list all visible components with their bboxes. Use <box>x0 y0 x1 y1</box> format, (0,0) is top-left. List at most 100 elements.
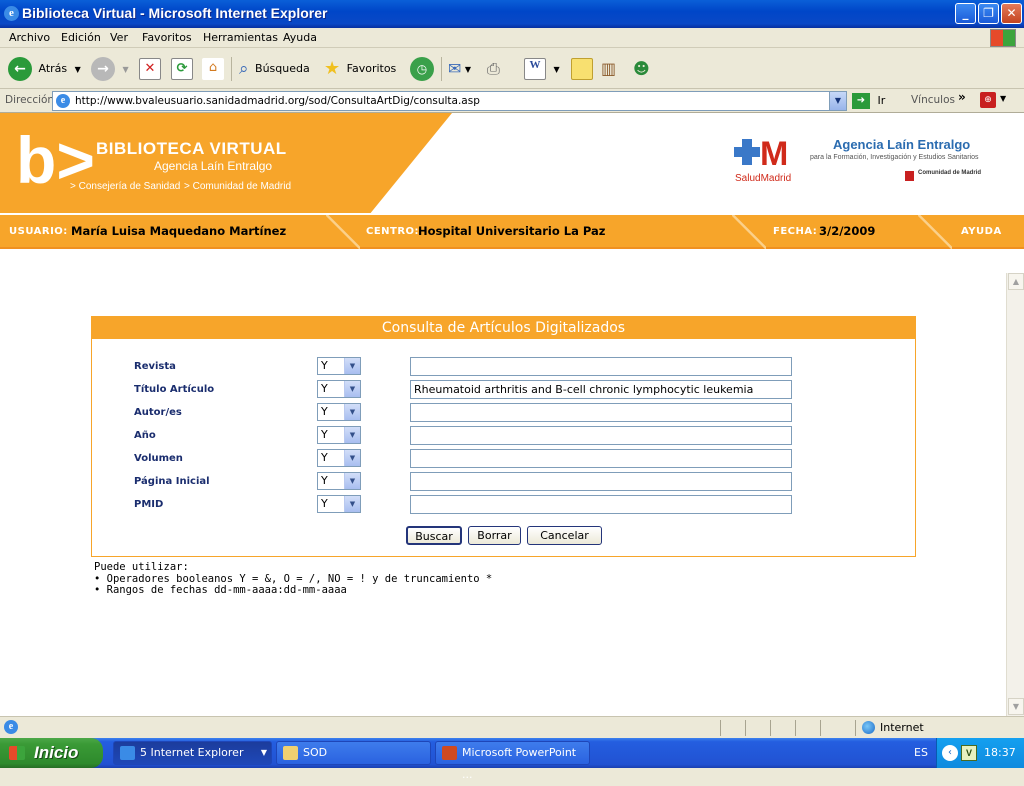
address-bar: Dirección e http://www.bvaleusuario.sani… <box>0 89 1024 113</box>
address-dropdown-button[interactable]: ▼ <box>829 92 846 110</box>
status-divider <box>745 720 746 736</box>
task-sod-folder[interactable]: SOD <box>276 741 431 765</box>
links-label[interactable]: Vínculos <box>911 94 955 106</box>
close-button[interactable]: ✕ <box>1001 3 1022 24</box>
menu-ver[interactable]: Ver <box>110 31 128 44</box>
menu-herramientas[interactable]: Herramientas <box>203 31 278 44</box>
status-divider <box>795 720 796 736</box>
messenger-button[interactable]: ☻ <box>633 56 650 82</box>
operator-select-pagina[interactable]: Y ▼ <box>317 472 361 490</box>
acrobat-icon[interactable]: ⊕ <box>980 92 996 108</box>
language-indicator[interactable]: ES <box>914 746 928 759</box>
input-pmid[interactable] <box>410 495 792 514</box>
research-button[interactable]: ▥ <box>601 56 616 82</box>
go-button[interactable]: ➜ Ir <box>852 91 885 111</box>
scroll-down-icon[interactable]: ▼ <box>1008 698 1024 715</box>
search-button[interactable]: ⌕ Búsqueda <box>239 56 310 82</box>
forward-button[interactable]: → ▼ <box>91 56 129 82</box>
operator-select-pmid[interactable]: Y ▼ <box>317 495 361 513</box>
task-label: Microsoft PowerPoint ... <box>462 746 577 781</box>
clock[interactable]: 18:37 <box>984 746 1016 759</box>
windows-flag-icon <box>9 746 25 760</box>
discuss-button[interactable] <box>571 56 593 82</box>
mail-icon: ✉ <box>448 59 462 78</box>
input-titulo-articulo[interactable]: Rheumatoid arthritis and B-cell chronic … <box>410 380 792 399</box>
input-ano[interactable] <box>410 426 792 445</box>
link-consejeria[interactable]: > Consejería de Sanidad <box>70 181 180 192</box>
menu-favoritos[interactable]: Favoritos <box>142 31 192 44</box>
center-label: CENTRO: <box>366 226 420 237</box>
operator-select-revista[interactable]: Y ▼ <box>317 357 361 375</box>
chevron-left-icon[interactable]: ‹ <box>942 745 958 761</box>
operator-value: Y <box>321 474 328 487</box>
help-text: Puede utilizar: • Operadores booleanos Y… <box>94 561 492 597</box>
maximize-button[interactable]: ❐ <box>978 3 999 24</box>
back-button[interactable]: ← Atrás ▼ <box>8 56 81 82</box>
agency-name: Agencia Laín Entralgo <box>833 137 971 152</box>
stop-button[interactable]: ✕ <box>139 56 161 82</box>
operator-value: Y <box>321 405 328 418</box>
operator-value: Y <box>321 359 328 372</box>
address-input[interactable]: e http://www.bvaleusuario.sanidadmadrid.… <box>52 91 847 111</box>
site-subtitle: Agencia Laín Entralgo <box>154 159 273 173</box>
back-arrow-icon: ← <box>8 57 32 81</box>
input-pagina-inicial[interactable] <box>410 472 792 491</box>
chevron-down-icon: ▼ <box>344 381 360 397</box>
input-autores[interactable] <box>410 403 792 422</box>
history-button[interactable]: ◷ <box>410 56 434 82</box>
history-icon: ◷ <box>410 57 434 81</box>
tray-app-icon[interactable]: V <box>961 745 977 761</box>
task-powerpoint[interactable]: Microsoft PowerPoint ... <box>435 741 590 781</box>
chevron-down-icon: ▼ <box>553 65 560 74</box>
help-link[interactable]: AYUDA <box>961 226 1002 237</box>
search-label: Búsqueda <box>255 62 310 75</box>
chevron-down-icon: ▼ <box>464 65 472 74</box>
label-pagina-inicial: Página Inicial <box>134 476 210 487</box>
operator-select-titulo[interactable]: Y ▼ <box>317 380 361 398</box>
menu-archivo[interactable]: Archivo <box>9 31 50 44</box>
home-button[interactable]: ⌂ <box>202 56 224 82</box>
clear-button[interactable]: Borrar <box>468 526 521 545</box>
label-autores: Autor/es <box>134 407 182 418</box>
center-name: Hospital Universitario La Paz <box>418 224 606 238</box>
minimize-button[interactable]: _ <box>955 3 976 24</box>
date-value: 3/2/2009 <box>819 224 876 238</box>
cancel-button[interactable]: Cancelar <box>527 526 602 545</box>
print-button[interactable]: ⎙ <box>487 56 500 82</box>
powerpoint-icon <box>442 746 457 760</box>
link-comunidad[interactable]: > Comunidad de Madrid <box>184 181 291 192</box>
chevron-down-icon: ▼ <box>344 450 360 466</box>
menu-edicion[interactable]: Edición <box>61 31 101 44</box>
go-label: Ir <box>877 94 886 107</box>
label-titulo-articulo: Título Artículo <box>134 384 215 395</box>
operator-value: Y <box>321 497 328 510</box>
status-divider <box>720 720 721 736</box>
agency-description: para la Formación, Investigación y Estud… <box>810 154 979 161</box>
title-bar[interactable]: e Biblioteca Virtual - Microsoft Interne… <box>0 0 1024 28</box>
favorites-label: Favoritos <box>346 62 397 75</box>
chevron-right-icon[interactable]: » <box>958 90 966 104</box>
go-arrow-icon: ➜ <box>852 93 870 109</box>
operator-select-ano[interactable]: Y ▼ <box>317 426 361 444</box>
mail-button[interactable]: ✉ ▼ <box>448 56 471 82</box>
menu-ayuda[interactable]: Ayuda <box>283 31 317 44</box>
site-banner: b> BIBLIOTECA VIRTUAL Agencia Laín Entra… <box>0 113 1006 213</box>
scroll-up-icon[interactable]: ▲ <box>1008 273 1024 290</box>
edit-button[interactable]: W ▼ <box>524 56 560 82</box>
operator-select-autores[interactable]: Y ▼ <box>317 403 361 421</box>
task-internet-explorer[interactable]: 5 Internet Explorer ▼ <box>113 741 272 765</box>
operator-select-volumen[interactable]: Y ▼ <box>317 449 361 467</box>
input-revista[interactable] <box>410 357 792 376</box>
favorites-button[interactable]: ★ Favoritos <box>324 56 396 82</box>
task-label: SOD <box>303 746 328 759</box>
word-icon: W <box>524 58 546 80</box>
back-label: Atrás <box>38 62 68 75</box>
chevron-down-icon[interactable]: ▼ <box>1000 94 1006 103</box>
svg-text:M: M <box>760 135 788 173</box>
input-volumen[interactable] <box>410 449 792 468</box>
divider <box>918 215 952 249</box>
search-submit-button[interactable]: Buscar <box>406 526 462 545</box>
vertical-scrollbar[interactable]: ▲ ▼ <box>1006 273 1024 716</box>
refresh-button[interactable]: ⟳ <box>171 56 193 82</box>
status-divider <box>770 720 771 736</box>
